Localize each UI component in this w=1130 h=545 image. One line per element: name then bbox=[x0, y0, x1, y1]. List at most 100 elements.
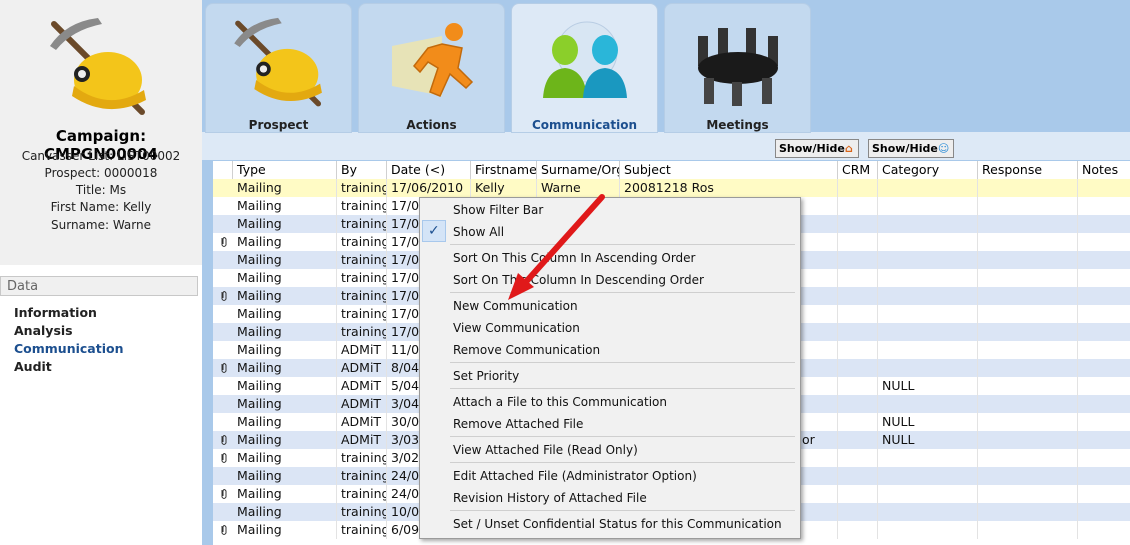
context-menu: ✓ Show Filter Bar Show All Sort On This Co… bbox=[419, 197, 801, 539]
cell-crm bbox=[838, 359, 878, 377]
show-hide-right-label: Show/Hide bbox=[872, 142, 938, 155]
menu-item-view-communication[interactable]: View Communication bbox=[420, 317, 798, 339]
cell-type: Mailing bbox=[233, 503, 337, 521]
cell-crm bbox=[838, 449, 878, 467]
column-header[interactable]: By bbox=[337, 161, 387, 179]
cell-response bbox=[978, 251, 1078, 269]
cell-category: NULL bbox=[878, 413, 978, 431]
cell-category bbox=[878, 323, 978, 341]
cell-by: training9 bbox=[337, 467, 387, 485]
cell-type: Mailing bbox=[233, 431, 337, 449]
tab-actions[interactable]: Actions bbox=[358, 3, 505, 133]
cell-notes bbox=[1078, 503, 1130, 521]
menu-item-attach-a-file-to-this-communication[interactable]: Attach a File to this Communication bbox=[420, 391, 798, 413]
cell-by: ADMiT bbox=[337, 359, 387, 377]
cell-category bbox=[878, 341, 978, 359]
cell-by: training9 bbox=[337, 305, 387, 323]
cell-response bbox=[978, 413, 1078, 431]
cell-category bbox=[878, 305, 978, 323]
cell-response bbox=[978, 395, 1078, 413]
cell-notes bbox=[1078, 287, 1130, 305]
cell-notes bbox=[1078, 215, 1130, 233]
column-header[interactable]: Surname/Org bbox=[537, 161, 620, 179]
menu-item-new-communication[interactable]: New Communication bbox=[420, 295, 798, 317]
cell-response bbox=[978, 503, 1078, 521]
nav-item-analysis[interactable]: Analysis bbox=[14, 323, 73, 338]
cell-by: ADMiT bbox=[337, 431, 387, 449]
cell-crm bbox=[838, 197, 878, 215]
cell-response bbox=[978, 197, 1078, 215]
show-hide-left-button[interactable]: Show/Hide⌂ bbox=[775, 139, 859, 158]
cell-crm bbox=[838, 341, 878, 359]
cell-crm bbox=[838, 521, 878, 539]
cell-crm bbox=[838, 431, 878, 449]
cell-subject-tail: or bbox=[802, 432, 815, 447]
nav-item-information[interactable]: Information bbox=[14, 305, 97, 320]
cell-type: Mailing bbox=[233, 359, 337, 377]
column-header[interactable]: Response bbox=[978, 161, 1078, 179]
data-section-header: Data bbox=[0, 276, 198, 296]
column-header[interactable]: Date (<) bbox=[387, 161, 471, 179]
menu-item-show-all[interactable]: Show All bbox=[420, 221, 798, 243]
miner-helmet-icon bbox=[50, 18, 146, 115]
tab-prospect[interactable]: Prospect bbox=[205, 3, 352, 133]
menu-item-set-unset-confidential-status-for-this-communication[interactable]: Set / Unset Confidential Status for this… bbox=[420, 513, 798, 535]
nav-item-audit[interactable]: Audit bbox=[14, 359, 52, 374]
menu-item-edit-attached-file-administrator-option[interactable]: Edit Attached File (Administrator Option… bbox=[420, 465, 798, 487]
show-hide-left-label: Show/Hide bbox=[779, 142, 845, 155]
column-header[interactable]: CRM bbox=[838, 161, 878, 179]
cell-by: training2 bbox=[337, 521, 387, 539]
nav-item-communication[interactable]: Communication bbox=[14, 341, 124, 356]
cell-surname: Warne bbox=[537, 179, 620, 197]
cell-crm bbox=[838, 395, 878, 413]
cell-category bbox=[878, 449, 978, 467]
menu-item-remove-attached-file[interactable]: Remove Attached File bbox=[420, 413, 798, 435]
column-header[interactable]: Category bbox=[878, 161, 978, 179]
cell-notes bbox=[1078, 323, 1130, 341]
menu-item-sort-on-this-column-in-ascending-order[interactable]: Sort On This Column In Ascending Order bbox=[420, 247, 798, 269]
cell-response bbox=[978, 431, 1078, 449]
cell-type: Mailing bbox=[233, 485, 337, 503]
cell-crm bbox=[838, 485, 878, 503]
menu-item-sort-on-this-column-in-descending-order[interactable]: Sort On This Column In Descending Order bbox=[420, 269, 798, 291]
cell-category bbox=[878, 359, 978, 377]
cell-first: Kelly bbox=[471, 179, 537, 197]
cell-type: Mailing bbox=[233, 323, 337, 341]
cell-response bbox=[978, 287, 1078, 305]
menu-separator bbox=[450, 292, 795, 293]
menu-item-remove-communication[interactable]: Remove Communication bbox=[420, 339, 798, 361]
column-header[interactable]: Type bbox=[233, 161, 337, 179]
menu-separator bbox=[450, 436, 795, 437]
running-man-icon bbox=[392, 23, 474, 97]
cell-type: Mailing bbox=[233, 395, 337, 413]
cell-notes bbox=[1078, 413, 1130, 431]
menu-item-view-attached-file-read-only[interactable]: View Attached File (Read Only) bbox=[420, 439, 798, 461]
column-header[interactable]: Notes bbox=[1078, 161, 1130, 179]
column-header[interactable]: Subject bbox=[620, 161, 838, 179]
cell-type: Mailing bbox=[233, 377, 337, 395]
cell-by: training9 bbox=[337, 179, 387, 197]
table-row[interactable]: Mailingtraining917/06/2010KellyWarne2008… bbox=[213, 179, 1130, 197]
tab-meetings[interactable]: Meetings bbox=[664, 3, 811, 133]
menu-item-set-priority[interactable]: Set Priority bbox=[420, 365, 798, 387]
column-header[interactable]: Firstname bbox=[471, 161, 537, 179]
cell-by: training9 bbox=[337, 197, 387, 215]
cell-category bbox=[878, 269, 978, 287]
menu-item-show-filter-bar[interactable]: Show Filter Bar bbox=[420, 199, 798, 221]
cell-by: ADMiT bbox=[337, 395, 387, 413]
tab-communication[interactable]: Communication bbox=[511, 3, 658, 133]
cell-crm bbox=[838, 323, 878, 341]
cell-subject: 20081218 Ros bbox=[620, 179, 838, 197]
paperclip-icon bbox=[221, 435, 227, 445]
cell-type: Mailing bbox=[233, 287, 337, 305]
cell-category bbox=[878, 467, 978, 485]
menu-item-revision-history-of-attached-file[interactable]: Revision History of Attached File bbox=[420, 487, 798, 509]
cell-response bbox=[978, 269, 1078, 287]
paperclip-icon bbox=[221, 363, 227, 373]
cell-crm bbox=[838, 413, 878, 431]
attachment-column-header bbox=[213, 161, 233, 179]
cell-by: training2 bbox=[337, 485, 387, 503]
cell-category bbox=[878, 521, 978, 539]
show-hide-right-button[interactable]: Show/Hide☺ bbox=[868, 139, 954, 158]
cell-crm bbox=[838, 251, 878, 269]
